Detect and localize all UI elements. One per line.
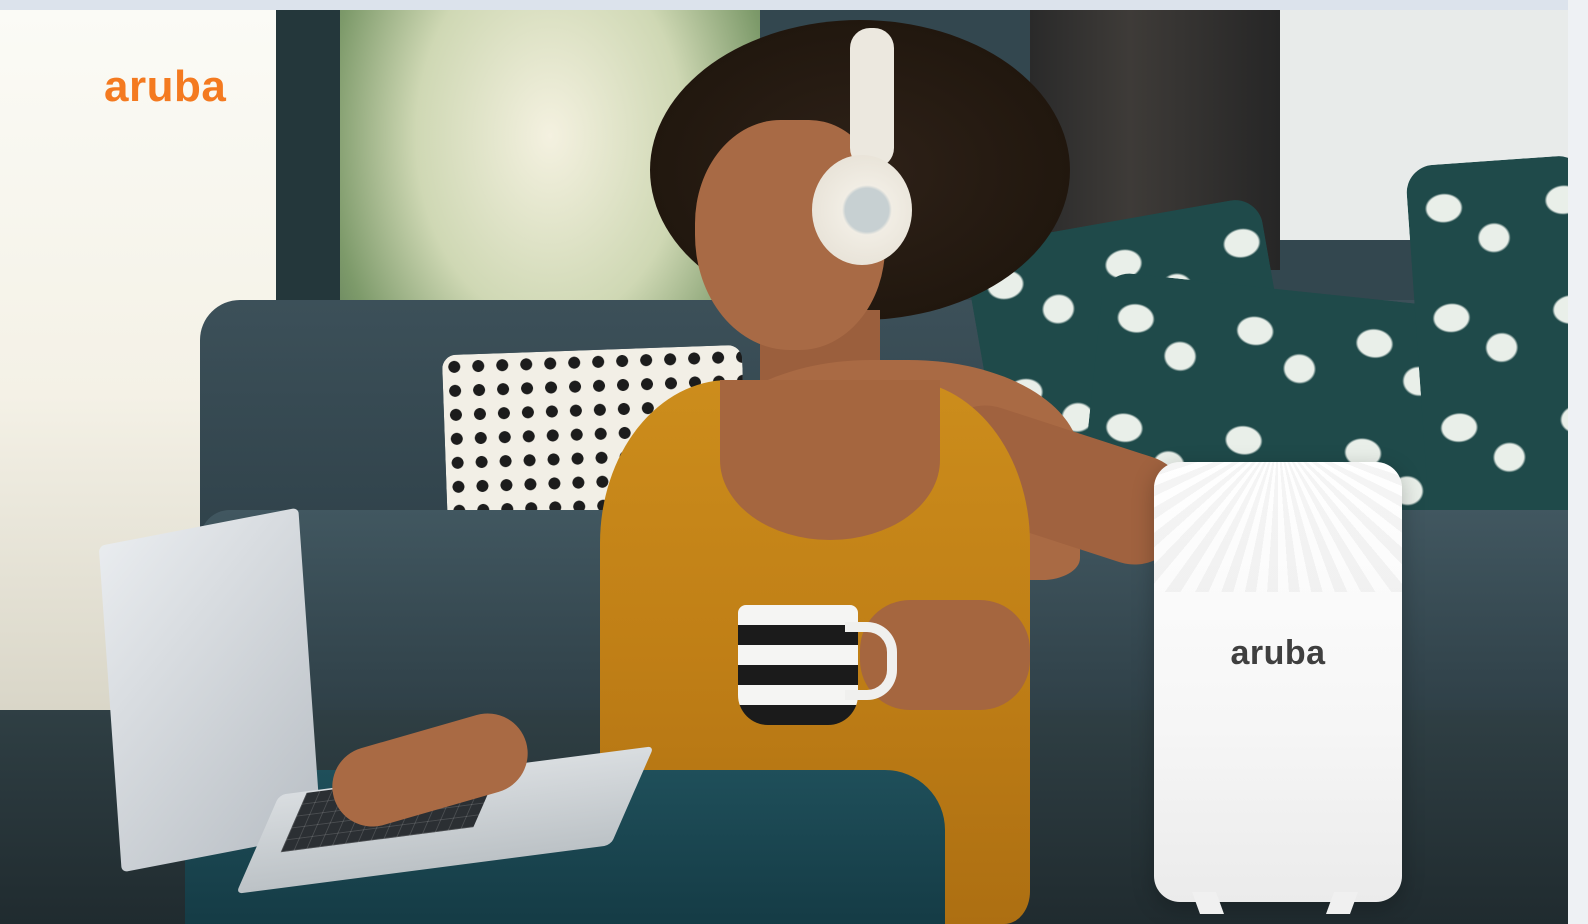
headphones-band: [850, 28, 894, 168]
right-gutter: [1568, 0, 1588, 924]
mug-handle: [845, 622, 897, 700]
access-point-device: aruba: [1154, 462, 1402, 902]
hero-banner: aruba aruba: [0, 0, 1588, 924]
neckline: [720, 380, 940, 540]
top-strip: [0, 0, 1588, 10]
device-logo: aruba: [1230, 634, 1326, 672]
headphones-icon: [812, 155, 912, 265]
device-ray-pattern: [1154, 462, 1402, 592]
brand-logo[interactable]: aruba: [104, 62, 226, 112]
striped-mug: [738, 605, 858, 725]
